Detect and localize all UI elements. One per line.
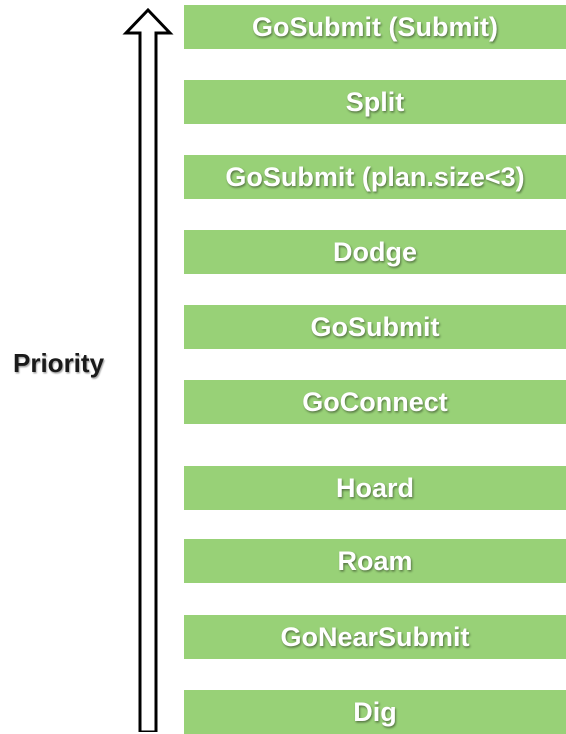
- behavior-label: Dodge: [333, 236, 417, 267]
- priority-arrow-shape: [122, 7, 174, 732]
- behavior-box-dig: Dig: [184, 690, 566, 734]
- behavior-label: GoNearSubmit: [280, 621, 470, 652]
- behavior-label: Dig: [353, 696, 397, 727]
- behavior-box-dodge: Dodge: [184, 230, 566, 274]
- behavior-label: GoSubmit: [310, 311, 440, 342]
- behavior-box-hoard: Hoard: [184, 466, 566, 510]
- behavior-label: GoSubmit (plan.size<3): [225, 161, 525, 192]
- behavior-label: Roam: [337, 545, 413, 576]
- behavior-box-gosubmit-plan-size: GoSubmit (plan.size<3): [184, 155, 566, 199]
- behavior-label: Hoard: [335, 472, 414, 503]
- behavior-box-goconnect: GoConnect: [184, 380, 566, 424]
- behavior-box-gonearsubmit: GoNearSubmit: [184, 615, 566, 659]
- behavior-box-roam: Roam: [184, 539, 566, 583]
- priority-axis-label: Priority: [13, 348, 105, 378]
- behavior-box-gosubmit-submit: GoSubmit (Submit): [184, 5, 566, 49]
- behavior-box-gosubmit: GoSubmit: [184, 305, 566, 349]
- behavior-label: GoSubmit (Submit): [252, 11, 498, 42]
- priority-arrow: [122, 7, 174, 732]
- behavior-box-split: Split: [184, 80, 566, 124]
- behavior-label: Split: [345, 86, 405, 117]
- behavior-label: GoConnect: [302, 386, 448, 417]
